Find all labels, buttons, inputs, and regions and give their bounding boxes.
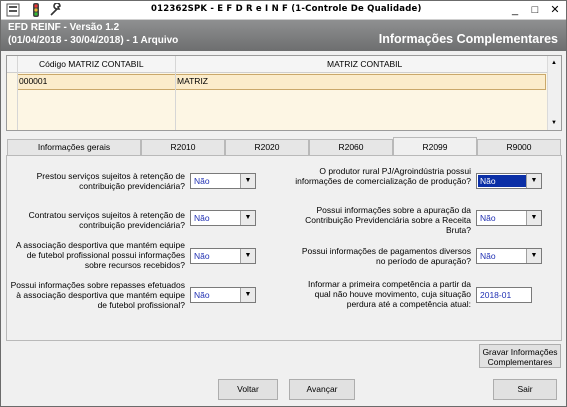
label-produtor-rural: O produtor rural PJ/Agroindústria possui… xyxy=(295,166,471,186)
select-contratou-servicos[interactable]: Não ▼ xyxy=(190,210,256,226)
competencia-input[interactable]: 2018-01 xyxy=(476,287,532,303)
tab-r9000[interactable]: R9000 xyxy=(477,139,561,156)
label-receita-bruta: Possui informações sobre a apuração da C… xyxy=(305,205,471,235)
save-button[interactable]: Gravar Informações Complementares xyxy=(479,344,561,368)
tab-r2020[interactable]: R2020 xyxy=(225,139,309,156)
exit-button[interactable]: Sair xyxy=(493,379,557,400)
back-button[interactable]: Voltar xyxy=(218,379,278,400)
grid-header: Código MATRIZ CONTABIL MATRIZ CONTABIL xyxy=(7,56,547,73)
select-value: Não xyxy=(480,251,496,261)
chevron-down-icon[interactable]: ▼ xyxy=(240,288,255,302)
label-associacao-recursos: A associação desportiva que mantém equip… xyxy=(15,240,185,270)
cell-codigo: 000001 xyxy=(19,76,48,86)
wrench-icon[interactable] xyxy=(49,3,63,17)
matriz-grid[interactable]: Código MATRIZ CONTABIL MATRIZ CONTABIL 0… xyxy=(6,55,562,131)
grid-divider xyxy=(175,56,176,130)
chevron-down-icon[interactable]: ▼ xyxy=(240,249,255,263)
minimize-icon[interactable]: _ xyxy=(505,2,525,18)
label-repasses-associacao: Possui informações sobre repasses efetua… xyxy=(10,280,185,310)
grid-divider xyxy=(17,56,18,130)
select-repasses-associacao[interactable]: Não ▼ xyxy=(190,287,256,303)
tab-r2010[interactable]: R2010 xyxy=(141,139,225,156)
select-value: Não xyxy=(194,290,210,300)
header-banner: EFD REINF - Versão 1.2 (01/04/2018 - 30/… xyxy=(1,20,566,51)
label-prestou-servicos: Prestou serviços sujeitos à retenção de … xyxy=(36,171,185,191)
label-contratou-servicos: Contratou serviços sujeitos à retenção d… xyxy=(28,210,185,230)
chevron-down-icon[interactable]: ▼ xyxy=(526,211,541,225)
period-text: (01/04/2018 - 30/04/2018) - 1 Arquivo xyxy=(8,35,179,46)
scroll-down-icon[interactable]: ▼ xyxy=(547,116,561,130)
traffic-light-icon[interactable] xyxy=(29,3,43,17)
select-prestou-servicos[interactable]: Não ▼ xyxy=(190,173,256,189)
title-bar: 012362SPK - E F D R e I N F (1-Controle … xyxy=(1,1,566,20)
label-pagamentos-diversos: Possui informações de pagamentos diverso… xyxy=(301,246,471,266)
scroll-up-icon[interactable]: ▲ xyxy=(547,56,561,70)
select-value: Não xyxy=(478,175,526,187)
select-pagamentos-diversos[interactable]: Não ▼ xyxy=(476,248,542,264)
tab-informacoes-gerais[interactable]: Informações gerais xyxy=(7,139,141,156)
select-value: Não xyxy=(194,176,210,186)
select-associacao-recursos[interactable]: Não ▼ xyxy=(190,248,256,264)
grid-scrollbar[interactable]: ▲ ▼ xyxy=(547,56,561,130)
select-produtor-rural[interactable]: Não ▼ xyxy=(476,173,542,189)
select-receita-bruta[interactable]: Não ▼ xyxy=(476,210,542,226)
select-value: Não xyxy=(194,213,210,223)
chevron-down-icon[interactable]: ▼ xyxy=(240,211,255,225)
application-window: 012362SPK - E F D R e I N F (1-Controle … xyxy=(0,0,567,407)
next-button[interactable]: Avançar xyxy=(289,379,355,400)
section-title: Informações Complementares xyxy=(378,32,558,46)
app-icon[interactable] xyxy=(6,3,20,17)
tab-r2060[interactable]: R2060 xyxy=(309,139,393,156)
app-version: EFD REINF - Versão 1.2 xyxy=(8,22,120,33)
cell-matriz: MATRIZ xyxy=(177,76,209,86)
grid-body xyxy=(7,73,547,130)
chevron-down-icon[interactable]: ▼ xyxy=(240,174,255,188)
tab-bar: Informações gerais R2010 R2020 R2060 R20… xyxy=(6,137,562,156)
tab-r2099[interactable]: R2099 xyxy=(393,137,477,156)
select-value: Não xyxy=(194,251,210,261)
label-primeira-competencia: Informar a primeira competência a partir… xyxy=(308,279,471,309)
column-header-codigo[interactable]: Código MATRIZ CONTABIL xyxy=(39,59,144,69)
window-title: 012362SPK - E F D R e I N F (1-Controle … xyxy=(151,4,422,14)
chevron-down-icon[interactable]: ▼ xyxy=(526,174,541,188)
chevron-down-icon[interactable]: ▼ xyxy=(526,249,541,263)
table-row[interactable] xyxy=(17,74,546,90)
select-value: Não xyxy=(480,213,496,223)
maximize-icon[interactable]: □ xyxy=(525,2,545,18)
column-header-matriz[interactable]: MATRIZ CONTABIL xyxy=(327,59,402,69)
close-icon[interactable]: ✕ xyxy=(545,2,565,18)
